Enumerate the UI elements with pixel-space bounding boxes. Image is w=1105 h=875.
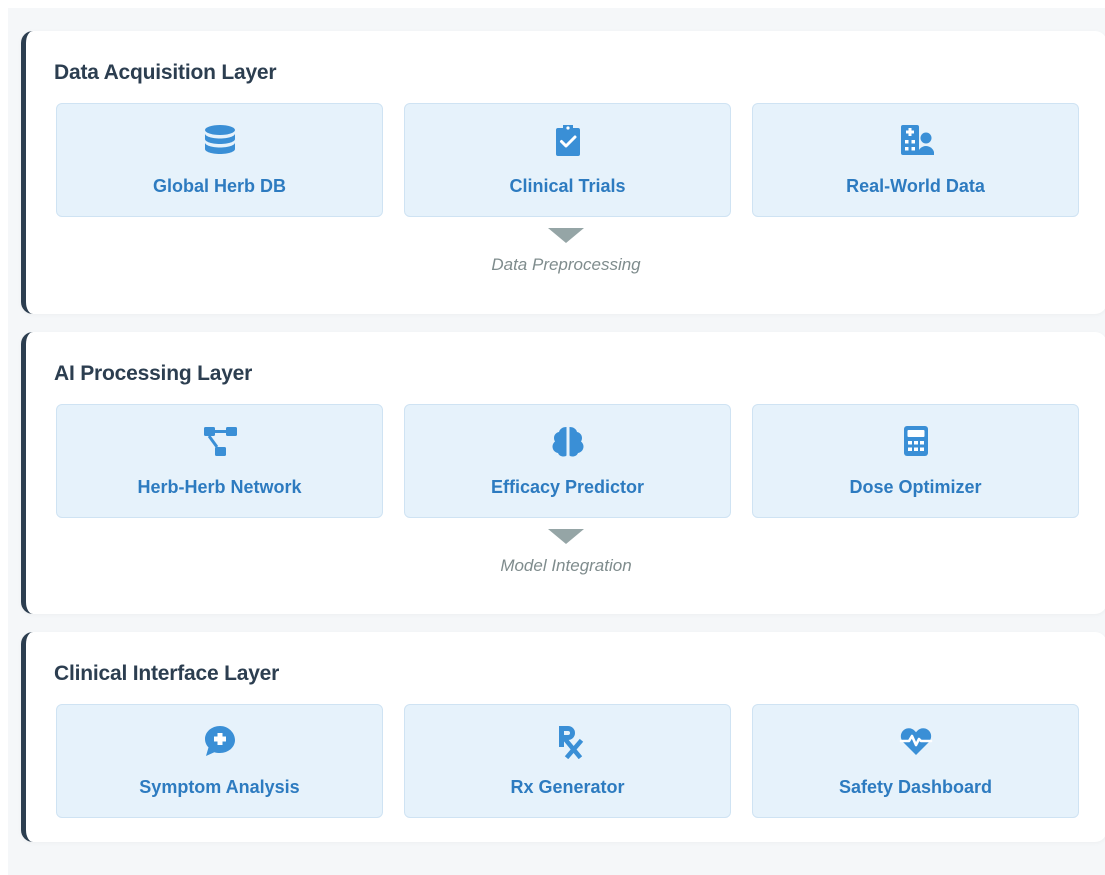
prescription-icon [550,723,586,759]
module-real-world-data[interactable]: Real-World Data [752,103,1079,217]
module-label: Clinical Trials [509,176,626,196]
comment-medical-icon [202,723,238,759]
module-label: Herb-Herb Network [137,477,302,497]
module-label: Safety Dashboard [838,777,993,797]
module-clinical-trials[interactable]: Clinical Trials [404,103,731,217]
network-icon [202,423,238,459]
module-safety-dashboard[interactable]: Safety Dashboard [752,704,1079,818]
module-dose-optimizer[interactable]: Dose Optimizer [752,404,1079,518]
module-row: Global Herb DB Clinical Trials Real-Worl… [56,103,1080,218]
module-row: Herb-Herb Network Efficacy Predictor Dos… [56,404,1080,519]
calculator-icon [898,423,934,459]
module-label: Global Herb DB [152,176,286,196]
down-arrow-icon [548,529,584,544]
layer-title: Data Acquisition Layer [54,61,277,84]
module-symptom-analysis[interactable]: Symptom Analysis [56,704,383,818]
ai-processing-layer: AI Processing Layer Herb-Herb Network Ef… [21,332,1105,614]
down-arrow-icon [548,228,584,243]
flow-connector: Data Preprocessing [476,228,656,288]
module-row: Symptom Analysis Rx Generator Safety Das… [56,704,1080,819]
architecture-diagram: Data Acquisition Layer Global Herb DB Cl… [8,8,1105,875]
module-label: Real-World Data [846,176,985,196]
module-herb-herb-network[interactable]: Herb-Herb Network [56,404,383,518]
module-label: Rx Generator [510,777,625,797]
layer-title: Clinical Interface Layer [54,662,280,685]
module-efficacy-predictor[interactable]: Efficacy Predictor [404,404,731,518]
clipboard-check-icon [550,122,586,158]
module-rx-generator[interactable]: Rx Generator [404,704,731,818]
module-label: Efficacy Predictor [490,477,645,497]
module-label: Dose Optimizer [849,477,982,497]
connector-label: Model Integration [500,556,632,575]
brain-icon [550,423,586,459]
flow-connector: Model Integration [476,529,656,589]
clinical-interface-layer: Clinical Interface Layer Symptom Analysi… [21,632,1105,842]
layer-title: AI Processing Layer [54,362,253,385]
heart-pulse-icon [898,723,934,759]
hospital-user-icon [898,122,934,158]
data-acquisition-layer: Data Acquisition Layer Global Herb DB Cl… [21,31,1105,314]
database-icon [202,122,238,158]
connector-label: Data Preprocessing [491,255,641,274]
module-global-herb-db[interactable]: Global Herb DB [56,103,383,217]
module-label: Symptom Analysis [139,777,300,797]
